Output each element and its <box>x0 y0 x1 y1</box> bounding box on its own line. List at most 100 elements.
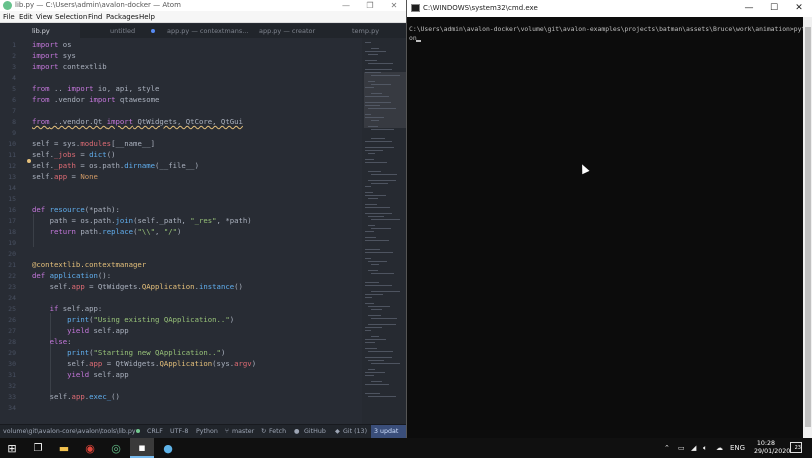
line-number: 33 <box>8 393 16 401</box>
minimap-line <box>365 231 374 232</box>
atom-minimize-button[interactable]: — <box>334 0 358 11</box>
tab-lib-py[interactable]: lib.py <box>0 24 80 38</box>
github-icon: ● <box>294 428 300 435</box>
minimap-line <box>365 87 374 88</box>
cmd-taskbar-icon[interactable]: ▪ <box>130 438 154 458</box>
tray-clock[interactable]: 10:28 29/01/2020 <box>754 440 790 456</box>
minimap-line <box>368 351 393 352</box>
minimap-line <box>365 195 386 196</box>
minimap-line <box>368 54 378 55</box>
line-number: 15 <box>8 195 16 203</box>
network-icon[interactable]: ◢ <box>691 438 696 458</box>
tray-chevron-icon[interactable]: ⌃ <box>664 438 670 458</box>
code-line-10: self = sys.modules[__name__] <box>32 139 156 148</box>
code-editor[interactable]: 1 2 3 4 5 6 7 8 9 10 11 12 13 14 15 16 17 18 19 20 21 22 23 24 2… <box>0 38 362 424</box>
code-line-18: return path.replace("\\", "/") <box>32 227 182 236</box>
volume-icon[interactable]: 🔈︎ <box>703 438 707 458</box>
minimap-line <box>365 102 391 103</box>
minimap-line <box>365 207 390 208</box>
minimap-line <box>365 237 376 238</box>
minimap-line <box>365 282 379 283</box>
line-number: 4 <box>12 74 16 82</box>
minimap-line <box>365 303 374 304</box>
status-github[interactable]: GitHub <box>304 425 326 438</box>
minimap-line <box>371 291 400 292</box>
minimap-line <box>368 360 384 361</box>
onedrive-icon[interactable]: ☁ <box>716 438 723 458</box>
cmd-console[interactable]: C:\Users\admin\avalon-docker\volume\git\… <box>407 17 803 438</box>
status-updates[interactable]: 3 updat <box>374 425 398 438</box>
cmd-maximize-button[interactable]: ☐ <box>762 0 786 17</box>
line-number: 7 <box>12 107 16 115</box>
code-line-22: def application(): <box>32 271 112 280</box>
minimap-line <box>365 285 392 286</box>
tab-untitled[interactable]: untitled <box>110 24 135 38</box>
battery-icon[interactable]: ▭ <box>678 438 685 458</box>
cmd-scrollbar[interactable] <box>803 17 812 438</box>
status-fetch[interactable]: Fetch <box>269 425 286 438</box>
minimap-line <box>371 309 382 310</box>
menu-find[interactable]: Find <box>88 11 102 23</box>
minimap[interactable] <box>362 38 406 424</box>
status-line-ending[interactable]: CRLF <box>147 425 163 438</box>
minimap-line <box>365 60 377 61</box>
minimap-line <box>368 153 375 154</box>
file-explorer-icon[interactable]: ▬ <box>52 438 76 458</box>
line-number: 24 <box>8 294 16 302</box>
tab-app-creator[interactable]: app.py — creator <box>259 24 315 38</box>
minimap-line <box>365 72 381 73</box>
minimap-line <box>371 228 391 229</box>
cmd-title-bar[interactable]: C:\WINDOWS\system32\cmd.exe — ☐ ✕ <box>407 0 812 17</box>
tab-app-contextmanager[interactable]: app.py — contextmans... <box>167 24 248 38</box>
minimap-line <box>365 69 392 70</box>
task-view-icon[interactable]: ❐ <box>26 438 50 458</box>
menu-help[interactable]: Help <box>139 11 155 23</box>
line-number-gutter: 1 2 3 4 5 6 7 8 9 10 11 12 13 14 15 16 17 18 19 20 21 22 23 24 2… <box>0 38 26 424</box>
minimap-line <box>365 162 387 163</box>
status-encoding[interactable]: UTF-8 <box>170 425 188 438</box>
python-taskbar-icon[interactable]: ● <box>156 438 180 458</box>
line-number: 22 <box>8 272 16 280</box>
cmd-close-button[interactable]: ✕ <box>787 0 811 17</box>
menu-selection[interactable]: Selection <box>55 11 87 23</box>
status-git[interactable]: Git (13) <box>343 425 367 438</box>
minimap-line <box>365 117 384 118</box>
minimap-line <box>371 264 379 265</box>
minimap-line <box>371 48 379 49</box>
minimap-line <box>365 393 380 394</box>
status-grammar[interactable]: Python <box>196 425 218 438</box>
minimap-line <box>371 174 397 175</box>
chrome-icon[interactable]: ◉ <box>78 438 102 458</box>
minimap-line <box>365 252 393 253</box>
atom-close-button[interactable]: ✕ <box>382 0 406 11</box>
tab-temp-py[interactable]: temp.py <box>352 24 379 38</box>
minimap-line <box>365 213 392 214</box>
fetch-icon: ↻ <box>261 428 267 435</box>
atom-title-bar[interactable]: lib.py — C:\Users\admin\avalon-docker — … <box>0 0 406 11</box>
minimap-line <box>371 363 400 364</box>
menu-packages[interactable]: Packages <box>106 11 139 23</box>
menu-file[interactable]: File <box>3 11 15 23</box>
status-file-path[interactable]: volume\git\avalon-core\avalon\tools\lib.… <box>3 425 136 438</box>
minimap-line <box>368 324 396 325</box>
line-number: 20 <box>8 250 16 258</box>
minimap-line <box>365 105 380 106</box>
minimap-line <box>365 159 374 160</box>
cmd-scrollbar-thumb[interactable] <box>805 27 811 427</box>
notification-icon[interactable]: 23 <box>790 442 802 453</box>
atom-taskbar-icon[interactable]: ◎ <box>104 438 128 458</box>
windows-start-icon[interactable]: ⊞ <box>0 438 24 458</box>
atom-maximize-button[interactable]: ❐ <box>358 0 382 11</box>
minimap-line <box>368 108 396 109</box>
menu-edit[interactable]: Edit <box>19 11 33 23</box>
minimap-line <box>371 138 385 139</box>
menu-view[interactable]: View <box>36 11 53 23</box>
tray-language[interactable]: ENG <box>730 438 745 458</box>
status-branch[interactable]: master <box>232 425 254 438</box>
cmd-window: C:\WINDOWS\system32\cmd.exe — ☐ ✕ C:\Use… <box>406 0 812 438</box>
cmd-minimize-button[interactable]: — <box>737 0 761 17</box>
code-line-26: print("Using existing QApplication..") <box>67 315 235 324</box>
atom-menu-bar: File Edit View Selection Find Packages H… <box>0 11 406 23</box>
code-line-3: import contextlib <box>32 62 107 71</box>
line-number: 13 <box>8 173 16 181</box>
